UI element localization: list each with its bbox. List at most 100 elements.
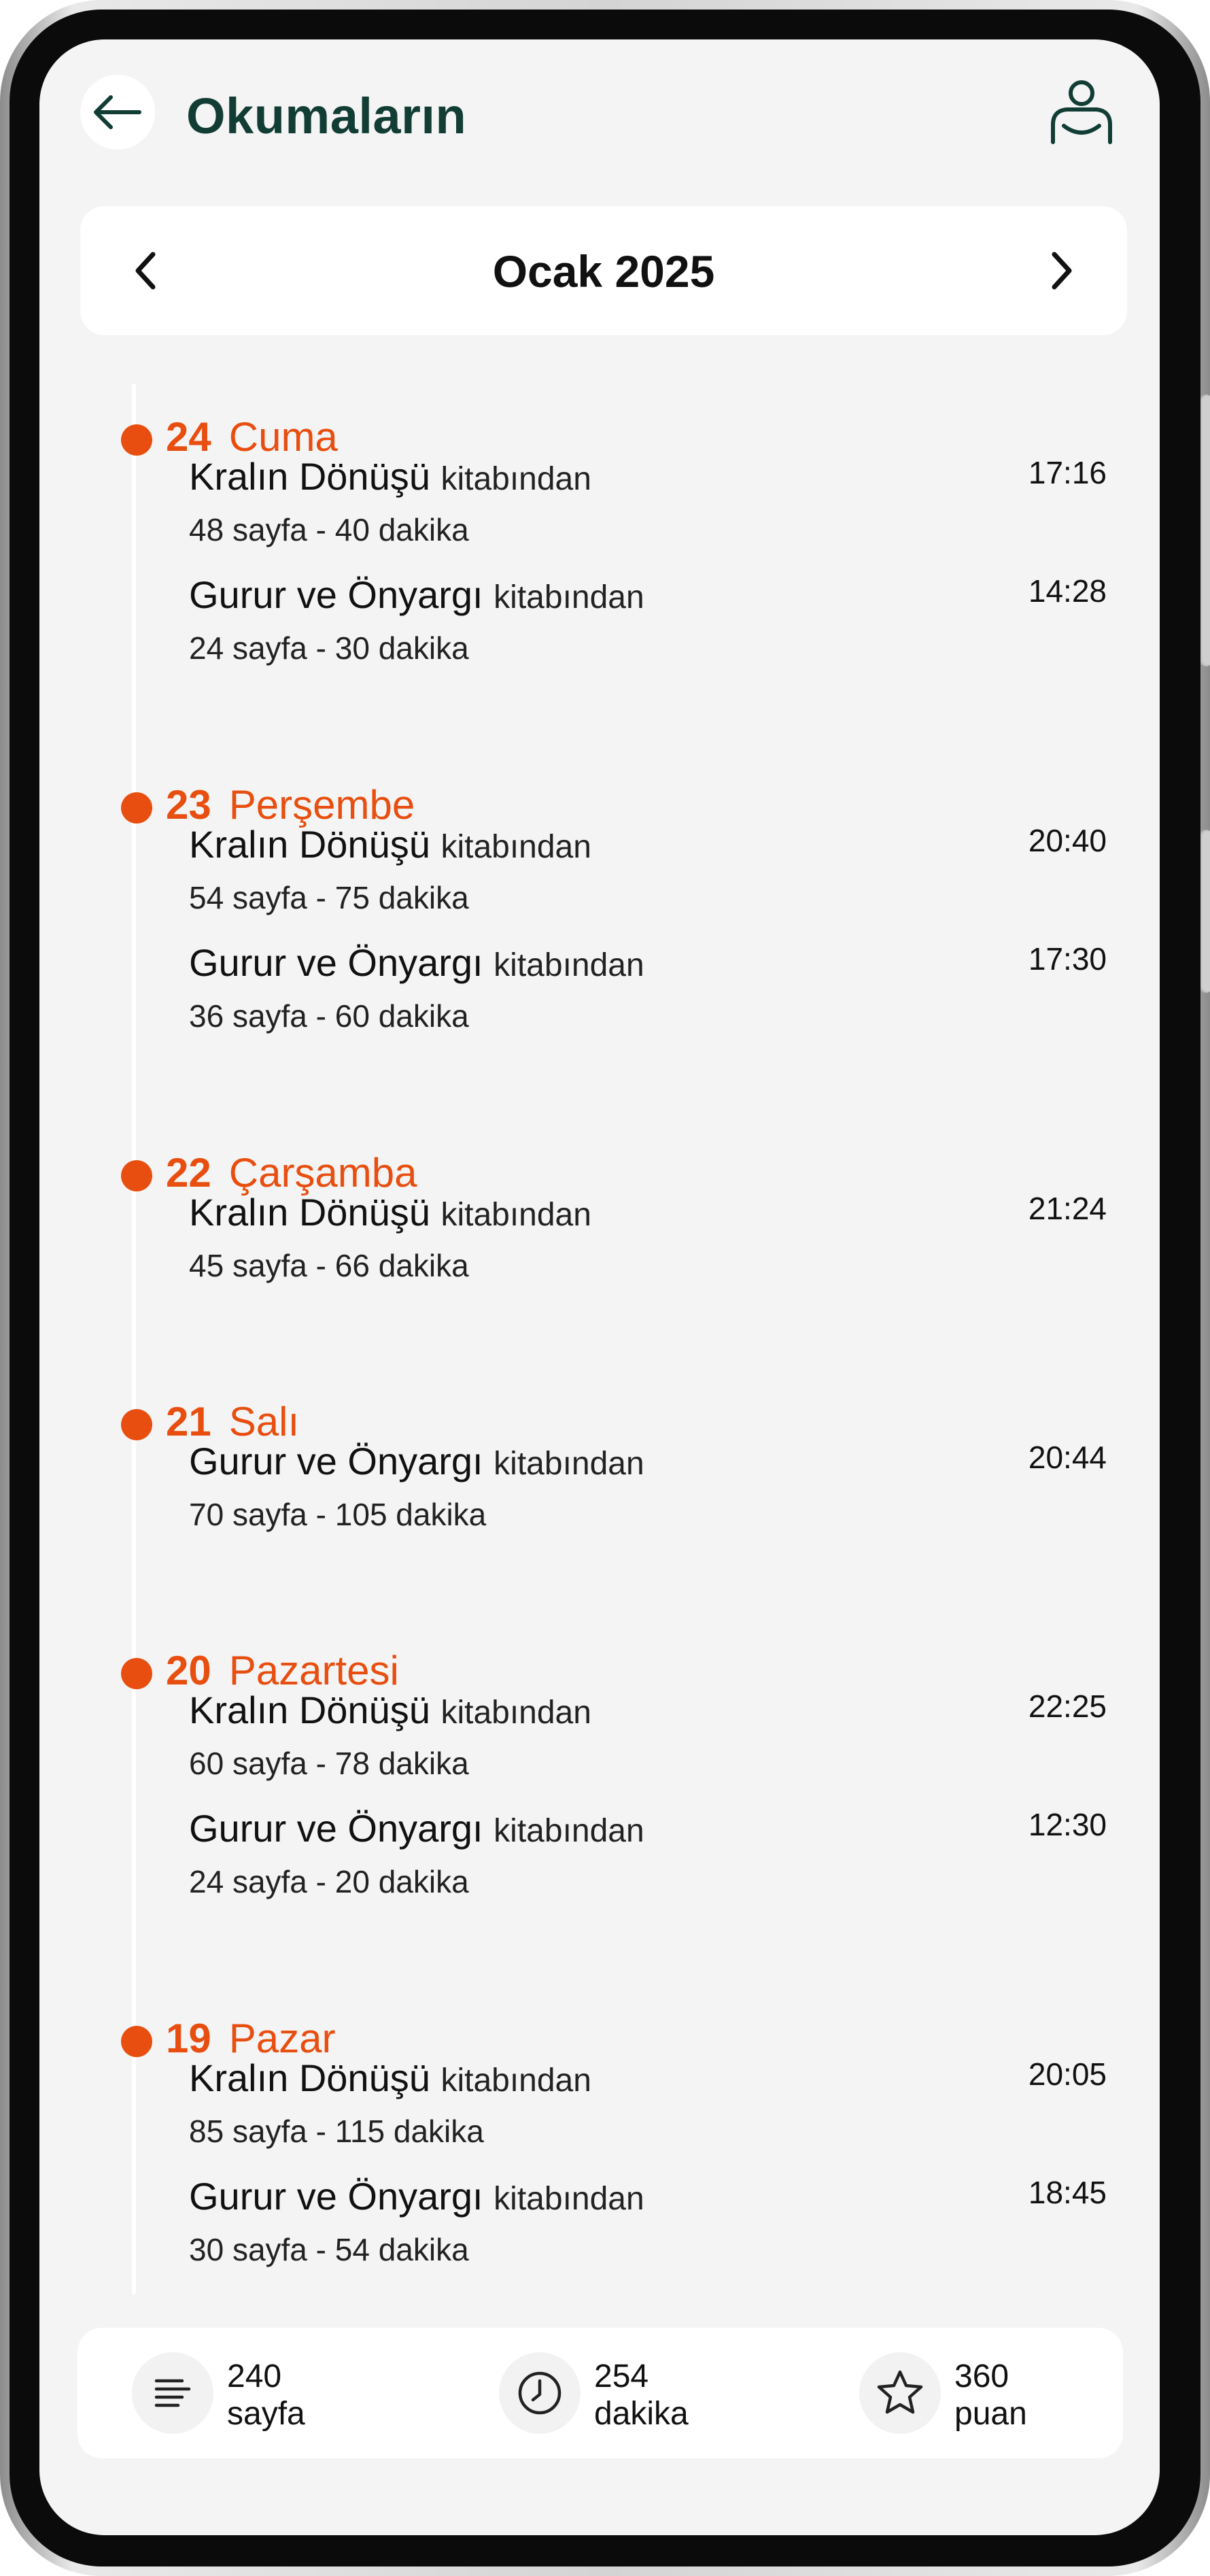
stat-text: 360 puan	[954, 2358, 1027, 2433]
day-header: 20 Pazartesi	[166, 1647, 399, 1694]
day-number: 19	[166, 2016, 211, 2061]
day-number: 24	[166, 414, 211, 460]
entry-title: Kralın Dönüşü kitabından	[189, 2056, 591, 2100]
side-button	[1199, 394, 1210, 666]
star-icon	[859, 2352, 941, 2434]
reading-entry[interactable]: Kralın Dönüşü kitabından 45 sayfa - 66 da…	[189, 1190, 1107, 1299]
day-header: 21 Salı	[166, 1398, 299, 1445]
book-suffix: kitabından	[494, 947, 644, 983]
book-suffix: kitabından	[440, 829, 591, 865]
timeline-dot	[121, 1658, 152, 1689]
entry-meta: 30 sayfa - 54 dakika	[189, 2232, 469, 2267]
stat-unit: dakika	[594, 2396, 689, 2432]
stat-value: 240	[227, 2358, 282, 2394]
timeline-line	[132, 384, 136, 2294]
entry-time: 12:30	[1028, 1807, 1107, 1842]
month-label: Ocak 2025	[492, 246, 715, 296]
book-suffix: kitabından	[494, 1446, 644, 1482]
entry-title: Kralın Dönüşü kitabından	[189, 822, 591, 866]
book-suffix: kitabından	[440, 2063, 591, 2099]
profile-button[interactable]	[1044, 75, 1119, 150]
day-number: 23	[166, 782, 211, 828]
entry-title: Kralın Dönüşü kitabından	[189, 1688, 591, 1732]
book-title: Kralın Dönüşü	[189, 1191, 430, 1234]
clock-icon	[499, 2352, 581, 2434]
day-name: Cuma	[228, 414, 338, 460]
timeline-dot	[121, 2026, 152, 2057]
day-header: 22 Çarşamba	[166, 1149, 417, 1196]
book-title: Kralın Dönüşü	[189, 823, 430, 866]
reading-entry[interactable]: Gurur ve Önyargı kitabından 30 sayfa - 54…	[189, 2174, 1107, 2283]
book-title: Gurur ve Önyargı	[189, 1440, 483, 1482]
book-suffix: kitabından	[494, 579, 644, 615]
entry-time: 20:40	[1028, 823, 1107, 858]
stats-bar: 240 sayfa 254 dakika 360 puan	[77, 2328, 1123, 2458]
reading-entry[interactable]: Gurur ve Önyargı kitabından 36 sayfa - 60…	[189, 940, 1107, 1049]
next-month-button[interactable]	[1031, 240, 1092, 301]
stat-unit: sayfa	[227, 2396, 305, 2432]
book-suffix: kitabından	[440, 1197, 591, 1233]
entry-meta: 48 sayfa - 40 dakika	[189, 512, 469, 547]
phone-frame: Okumaların Ocak 2025 24 Cuma Kralın Dönü…	[0, 0, 1210, 2576]
side-button	[1199, 830, 1210, 993]
reading-entry[interactable]: Gurur ve Önyargı kitabından 24 sayfa - 20…	[189, 1806, 1107, 1915]
timeline-dot	[121, 1160, 152, 1191]
reading-entry[interactable]: Gurur ve Önyargı kitabından 24 sayfa - 30…	[189, 573, 1107, 681]
app-screen: Okumaların Ocak 2025 24 Cuma Kralın Dönü…	[39, 39, 1160, 2535]
day-name: Perşembe	[228, 782, 415, 828]
book-title: Gurur ve Önyargı	[189, 573, 483, 616]
book-title: Gurur ve Önyargı	[189, 941, 483, 984]
entry-title: Gurur ve Önyargı kitabından	[189, 1439, 644, 1483]
reading-entry[interactable]: Kralın Dönüşü kitabından 60 sayfa - 78 da…	[189, 1688, 1107, 1797]
book-title: Gurur ve Önyargı	[189, 2175, 483, 2218]
entry-title: Gurur ve Önyargı kitabından	[189, 573, 644, 617]
timeline-dot	[121, 424, 152, 456]
entry-title: Kralın Dönüşü kitabından	[189, 454, 591, 498]
reading-entry[interactable]: Kralın Dönüşü kitabından 85 sayfa - 115 d…	[189, 2056, 1107, 2165]
entry-time: 14:28	[1028, 573, 1107, 609]
entry-meta: 45 sayfa - 66 dakika	[189, 1248, 469, 1283]
stat-value: 360	[954, 2358, 1009, 2394]
book-suffix: kitabından	[440, 1695, 591, 1731]
entry-time: 20:44	[1028, 1440, 1107, 1475]
day-header: 19 Pazar	[166, 2015, 336, 2062]
reading-entry[interactable]: Kralın Dönüşü kitabından 54 sayfa - 75 da…	[189, 822, 1107, 931]
day-name: Çarşamba	[228, 1150, 417, 1196]
book-title: Kralın Dönüşü	[189, 455, 430, 498]
entry-meta: 85 sayfa - 115 dakika	[189, 2114, 484, 2149]
entry-meta: 24 sayfa - 20 dakika	[189, 1864, 469, 1899]
reading-entry[interactable]: Kralın Dönüşü kitabından 48 sayfa - 40 da…	[189, 454, 1107, 563]
day-number: 22	[166, 1150, 211, 1196]
lines-icon	[132, 2352, 213, 2434]
month-selector: Ocak 2025	[80, 206, 1127, 335]
entry-title: Gurur ve Önyargı kitabından	[189, 1806, 644, 1850]
timeline-dot	[121, 792, 152, 824]
entry-meta: 36 sayfa - 60 dakika	[189, 998, 469, 1034]
user-reading-icon	[1051, 80, 1112, 144]
page-title: Okumaların	[186, 88, 467, 144]
day-name: Pazar	[228, 2016, 336, 2061]
entry-title: Kralın Dönüşü kitabından	[189, 1190, 591, 1234]
entry-time: 17:30	[1028, 941, 1107, 977]
day-header: 24 Cuma	[166, 413, 338, 460]
back-button[interactable]	[80, 75, 155, 150]
day-number: 20	[166, 1648, 211, 1693]
entry-title: Gurur ve Önyargı kitabından	[189, 940, 644, 985]
book-title: Gurur ve Önyargı	[189, 1807, 483, 1850]
stat-unit: puan	[954, 2396, 1027, 2432]
stat-value: 254	[594, 2358, 649, 2394]
book-title: Kralın Dönüşü	[189, 1689, 430, 1731]
entry-time: 20:05	[1028, 2056, 1107, 2092]
day-name: Pazartesi	[228, 1648, 399, 1693]
day-header: 23 Perşembe	[166, 781, 415, 828]
stat-text: 254 dakika	[594, 2358, 689, 2433]
book-title: Kralın Dönüşü	[189, 2056, 430, 2099]
entry-time: 17:16	[1028, 455, 1107, 490]
book-suffix: kitabından	[440, 461, 591, 497]
entry-meta: 60 sayfa - 78 dakika	[189, 1746, 469, 1781]
day-number: 21	[166, 1399, 211, 1444]
entry-meta: 54 sayfa - 75 dakika	[189, 880, 469, 915]
reading-entry[interactable]: Gurur ve Önyargı kitabından 70 sayfa - 10…	[189, 1439, 1107, 1548]
entry-time: 22:25	[1028, 1689, 1107, 1724]
entry-time: 18:45	[1028, 2175, 1107, 2210]
